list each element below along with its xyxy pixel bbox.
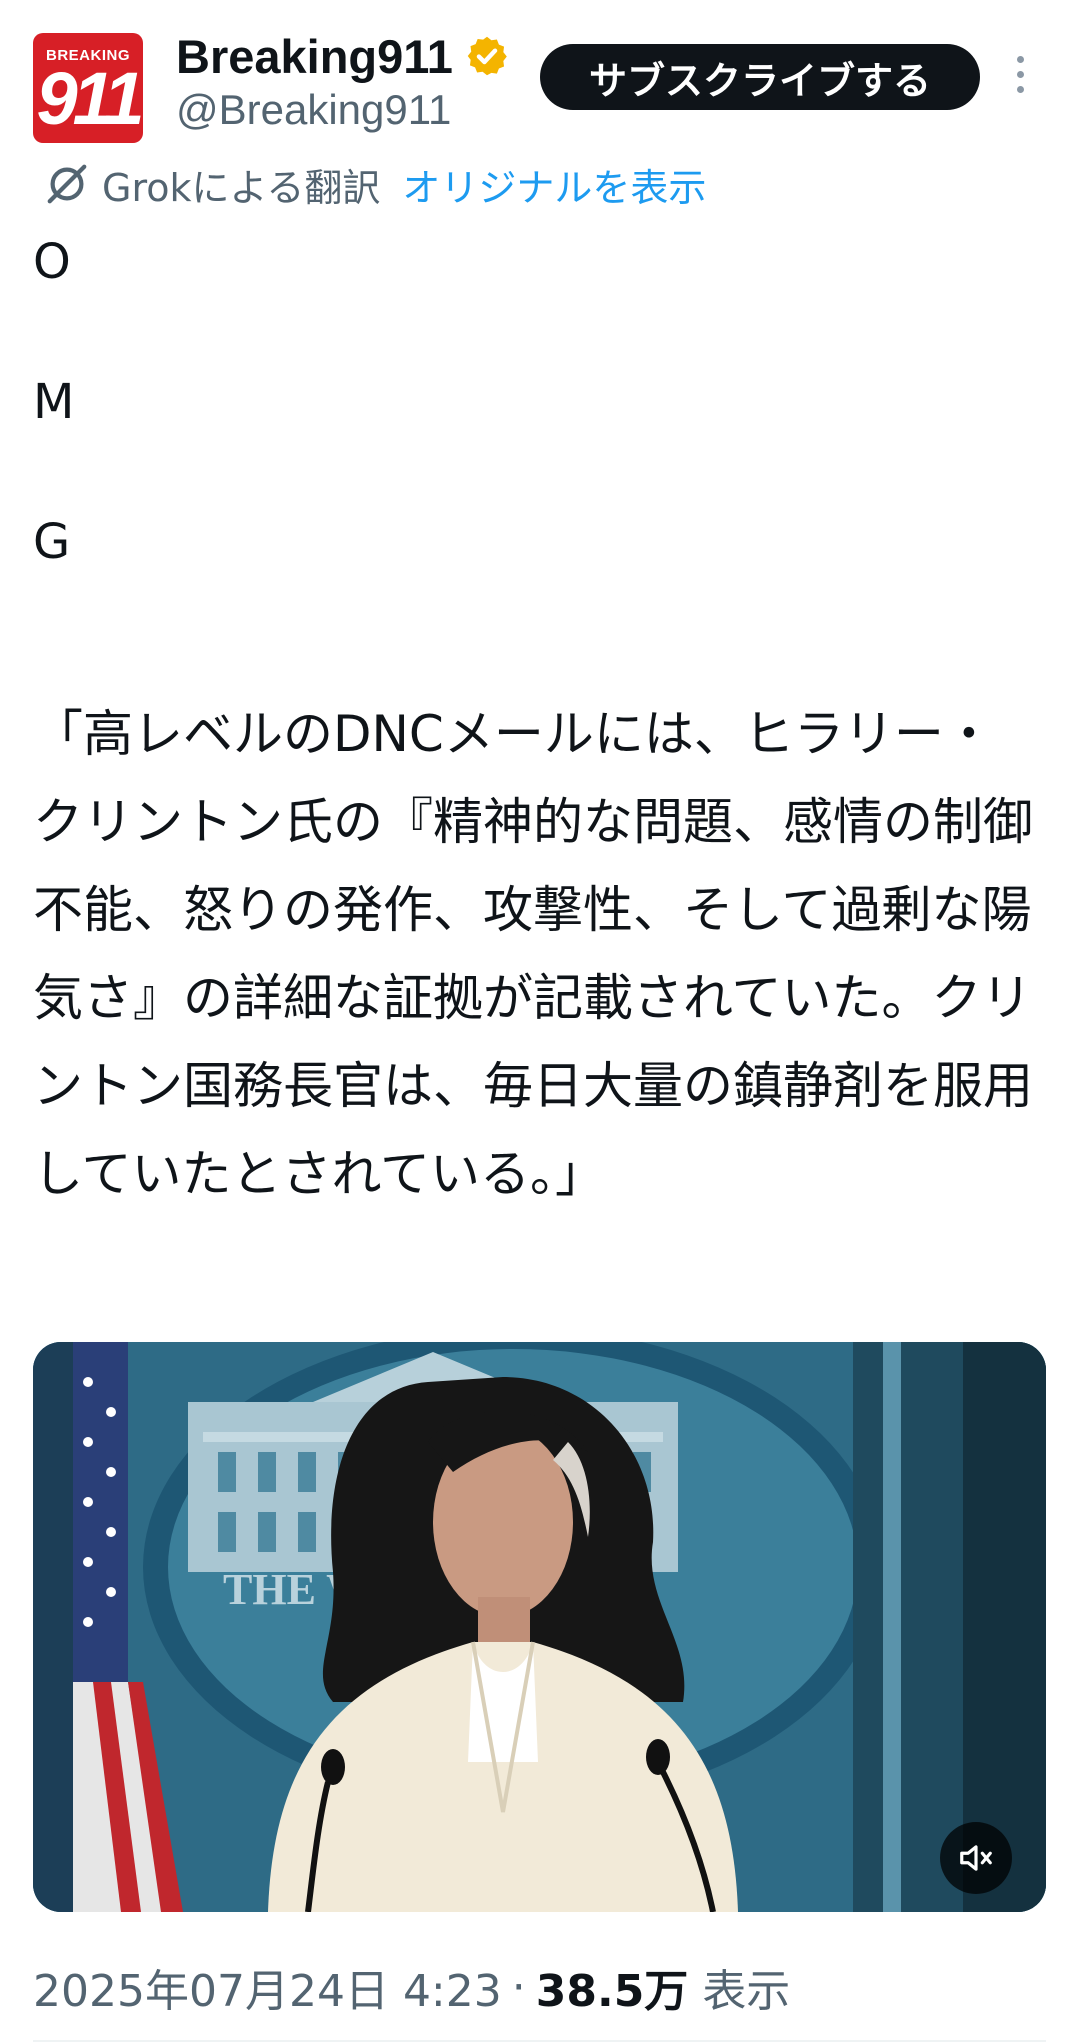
post-timestamp[interactable]: 2025年07月24日 4:23	[33, 1955, 502, 2019]
avatar-brand-number: 911	[36, 57, 144, 140]
tweet-meta: 2025年07月24日 4:23 · 38.5万 表示	[33, 1952, 790, 2022]
display-name-text: Breaking911	[176, 29, 453, 83]
video-player[interactable]: THE W USE	[33, 1342, 1046, 1912]
volume-mute-icon[interactable]	[940, 1822, 1012, 1894]
translation-row: Grokによる翻訳 オリジナルを表示	[44, 158, 706, 210]
tweet-text-line: M	[33, 374, 75, 430]
meta-separator: ·	[511, 1961, 526, 2013]
views-label: 表示	[702, 1966, 791, 2017]
grok-icon	[47, 164, 87, 204]
verified-badge-icon	[467, 36, 507, 76]
user-handle[interactable]: @Breaking911	[176, 86, 451, 134]
display-name[interactable]: Breaking911	[176, 26, 509, 86]
avatar[interactable]: BREAKING 911	[33, 33, 143, 143]
view-count: 38.5万	[535, 1966, 689, 2017]
tweet-text-line: G	[33, 514, 71, 570]
video-frame: THE W USE	[33, 1342, 1046, 1912]
tweet-text-line: O	[33, 234, 71, 290]
more-vertical-icon[interactable]	[1012, 56, 1028, 100]
tweet-body-text: 「高レベルのDNCメールには、ヒラリー・クリントン氏の『精神的な問題、感情の制御…	[33, 705, 1033, 1203]
translation-by-label: Grokによる翻訳	[102, 165, 381, 210]
speaker-muted-glyph	[960, 1845, 992, 1871]
subscribe-button[interactable]: サブスクライブする	[540, 44, 980, 110]
show-original-link[interactable]: オリジナルを表示	[402, 157, 706, 212]
divider	[33, 2040, 1046, 2042]
